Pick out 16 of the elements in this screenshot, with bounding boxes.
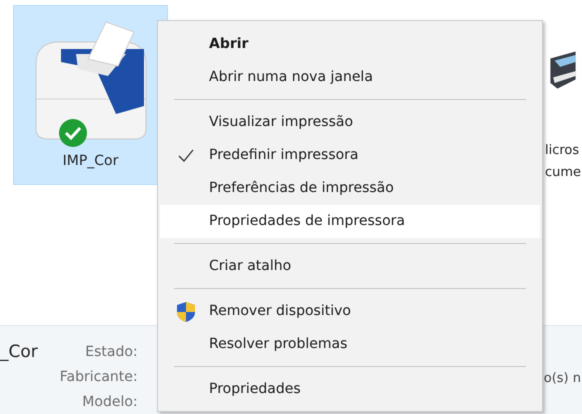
menu-item[interactable]: Resolver problemas <box>160 328 540 361</box>
menu-item[interactable]: Propriedades de impressora <box>160 205 540 238</box>
printer-tile[interactable]: IMP_Cor <box>13 5 168 185</box>
printer-name: cume <box>545 164 582 182</box>
field-label: Estado: <box>85 343 138 362</box>
printer-tile[interactable]: licros cume <box>544 5 582 185</box>
field-label: Modelo: <box>82 393 138 412</box>
printer-name: licros <box>545 142 580 160</box>
menu-item[interactable]: Criar atalho <box>160 250 540 283</box>
shield-icon <box>176 301 196 323</box>
field-label: Fabricante: <box>60 368 138 387</box>
menu-item[interactable]: Propriedades <box>160 373 540 406</box>
field-value: o(s) n <box>544 370 581 388</box>
device-name: _Cor <box>0 342 38 364</box>
printer-name: IMP_Cor <box>62 152 118 171</box>
menu-item[interactable]: Remover dispositivo <box>160 295 540 328</box>
